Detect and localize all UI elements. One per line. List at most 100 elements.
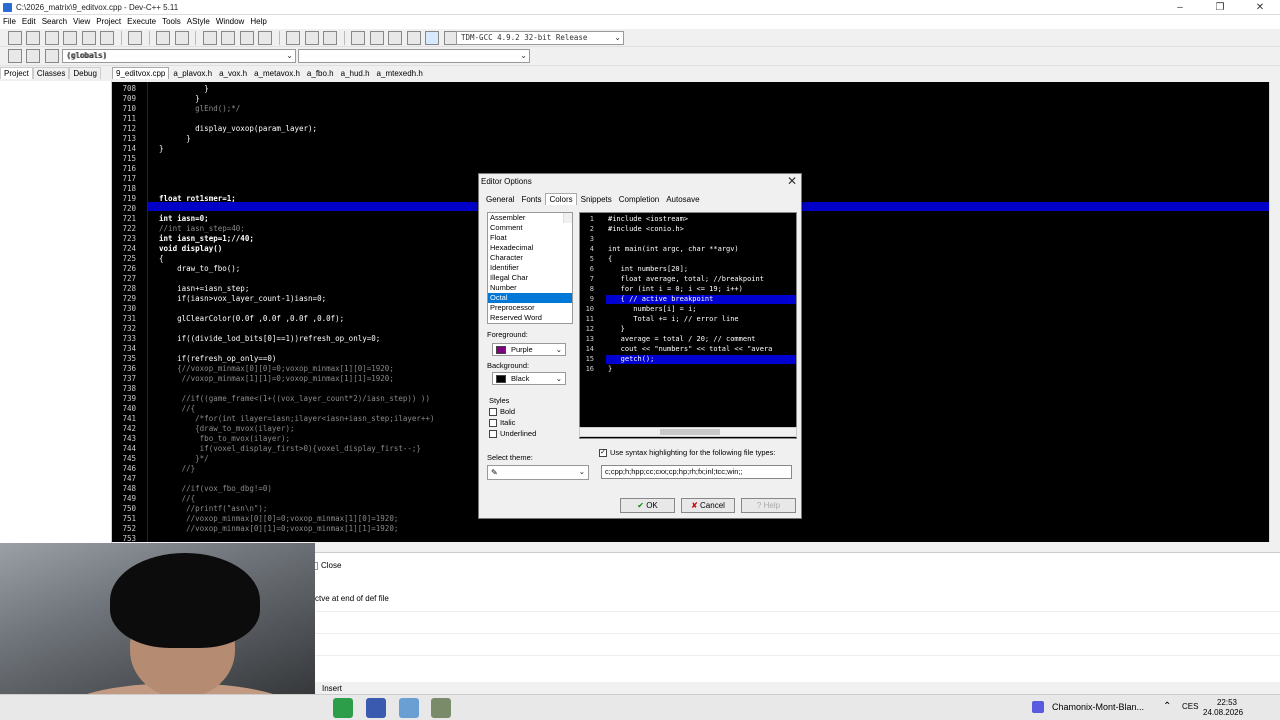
close-icon[interactable]: ✕	[787, 174, 797, 188]
rebuild-icon[interactable]	[406, 31, 421, 45]
list-item[interactable]: Comment	[488, 223, 572, 233]
list-item[interactable]: Preprocessor	[488, 303, 572, 313]
tab-classes[interactable]: Classes	[32, 67, 70, 79]
theme-select[interactable]: ✎ ⌄	[487, 465, 589, 480]
language-indicator[interactable]: CES	[1182, 702, 1198, 711]
save-icon[interactable]	[44, 31, 59, 45]
check-syntax-icon[interactable]	[425, 31, 440, 45]
compile-run-icon[interactable]	[388, 31, 403, 45]
code-line: int iasn_step=1;//40;	[150, 234, 254, 243]
list-scrollbar[interactable]	[563, 213, 572, 223]
list-item[interactable]: Hexadecimal	[488, 243, 572, 253]
tab-snippets[interactable]: Snippets	[578, 194, 615, 205]
code-line: int iasn=0;	[150, 214, 209, 223]
scope-select[interactable]: (globals) ⌄	[67, 49, 530, 63]
file-tab[interactable]: a_mtexedh.h	[374, 68, 426, 79]
file-tab[interactable]: 9_editvox.cpp	[112, 67, 170, 79]
class-browse-icon[interactable]	[7, 49, 22, 63]
chevron-up-icon[interactable]: ⌃	[1163, 701, 1171, 712]
file-tab[interactable]: a_plavox.h	[170, 68, 215, 79]
compile-icon[interactable]	[351, 31, 366, 45]
forward-icon[interactable]	[304, 31, 319, 45]
italic-checkbox[interactable]: Italic	[489, 418, 565, 428]
list-item[interactable]: Float	[488, 233, 572, 243]
window-title: C:\2026_matrix\9_editvox.cpp - Dev-C++ 5…	[16, 3, 179, 12]
list-item[interactable]: Identifier	[488, 263, 572, 273]
tab-debug[interactable]: Debug	[69, 67, 101, 79]
list-item[interactable]: Illegal Char	[488, 273, 572, 283]
list-item[interactable]: Reserved Word	[488, 313, 572, 323]
element-list[interactable]: Assembler Comment Float Hexadecimal Characte…	[487, 212, 573, 324]
run-icon[interactable]	[369, 31, 384, 45]
clock-date[interactable]: 24.08.2026	[1203, 708, 1243, 717]
tab-general[interactable]: General	[483, 194, 517, 205]
list-item[interactable]: Assembler	[488, 213, 572, 223]
menu-edit[interactable]: Edit	[19, 15, 39, 28]
cancel-button[interactable]: ✘ Cancel	[681, 498, 735, 513]
app-icon[interactable]	[333, 698, 353, 718]
devcpp-icon[interactable]	[366, 698, 386, 718]
preview-line: }	[608, 365, 613, 373]
bookmark-icon[interactable]	[323, 31, 338, 45]
goto-icon[interactable]	[258, 31, 273, 45]
file-tab[interactable]: a_metavox.h	[251, 68, 303, 79]
close-file-icon[interactable]	[81, 31, 96, 45]
print-icon[interactable]	[128, 31, 143, 45]
preview-scrollbar[interactable]	[579, 427, 797, 437]
menu-project[interactable]: Project	[93, 15, 124, 28]
find-icon[interactable]	[202, 31, 217, 45]
editor-vscroll[interactable]	[1269, 82, 1280, 542]
file-tab[interactable]: a_hud.h	[338, 68, 373, 79]
explorer-icon[interactable]	[399, 698, 419, 718]
list-item[interactable]: Number	[488, 283, 572, 293]
code-line: void display()	[150, 244, 223, 253]
syntax-highlight-checkbox[interactable]: ✓ Use syntax highlighting for the followi…	[599, 448, 776, 458]
list-item[interactable]: Octal	[488, 293, 572, 303]
toggle-icon[interactable]	[44, 49, 59, 63]
close-icon[interactable]: ✕	[1240, 0, 1280, 15]
background-select[interactable]: Black ⌄	[492, 372, 566, 385]
menu-tools[interactable]: Tools	[159, 15, 184, 28]
undo-icon[interactable]	[156, 31, 171, 45]
list-item[interactable]: Character	[488, 253, 572, 263]
close-all-icon[interactable]	[100, 31, 115, 45]
underlined-checkbox[interactable]: Underlined	[489, 429, 565, 439]
find-next-icon[interactable]	[239, 31, 254, 45]
bold-checkbox[interactable]: Bold	[489, 407, 565, 417]
line-number: 725	[122, 254, 136, 263]
redo-icon[interactable]	[174, 31, 189, 45]
file-tab[interactable]: a_fbo.h	[304, 68, 337, 79]
line-number: 7	[589, 275, 594, 283]
save-all-icon[interactable]	[63, 31, 78, 45]
menu-astyle[interactable]: AStyle	[184, 15, 213, 28]
tab-colors[interactable]: Colors	[545, 193, 577, 205]
app-icon[interactable]	[431, 698, 451, 718]
restore-icon[interactable]: ❐	[1200, 0, 1240, 15]
tab-fonts[interactable]: Fonts	[518, 194, 544, 205]
menu-window[interactable]: Window	[213, 15, 247, 28]
weather-text[interactable]: Chamonix-Mont-Blan...	[1052, 702, 1144, 712]
menu-search[interactable]: Search	[39, 15, 70, 28]
minimize-icon[interactable]: –	[1160, 0, 1200, 15]
replace-icon[interactable]	[221, 31, 236, 45]
insert-icon[interactable]	[26, 49, 41, 63]
ok-button[interactable]: ✔ OK	[620, 498, 675, 513]
open-icon[interactable]	[26, 31, 41, 45]
tab-autosave[interactable]: Autosave	[663, 194, 702, 205]
new-file-icon[interactable]	[7, 31, 22, 45]
help-button[interactable]: ? Help	[741, 498, 796, 513]
line-number: 11	[585, 315, 594, 323]
insert-mode: Insert	[322, 684, 343, 693]
tab-completion[interactable]: Completion	[616, 194, 662, 205]
menu-view[interactable]: View	[70, 15, 93, 28]
back-icon[interactable]	[286, 31, 301, 45]
menu-file[interactable]: File	[0, 15, 19, 28]
file-tab[interactable]: a_vox.h	[216, 68, 250, 79]
compiler-select[interactable]: TDM-GCC 4.9.2 32-bit Release ⌄	[456, 31, 624, 45]
foreground-select[interactable]: Purple ⌄	[492, 343, 566, 356]
menu-execute[interactable]: Execute	[124, 15, 159, 28]
file-types-input[interactable]: c;cpp;h;hpp;cc;cxx;cp;hp;rh;fx;inl;tcc;w…	[601, 465, 792, 479]
menu-help[interactable]: Help	[247, 15, 269, 28]
tab-project[interactable]: Project	[0, 67, 33, 79]
clock-time[interactable]: 22:53	[1212, 698, 1242, 707]
